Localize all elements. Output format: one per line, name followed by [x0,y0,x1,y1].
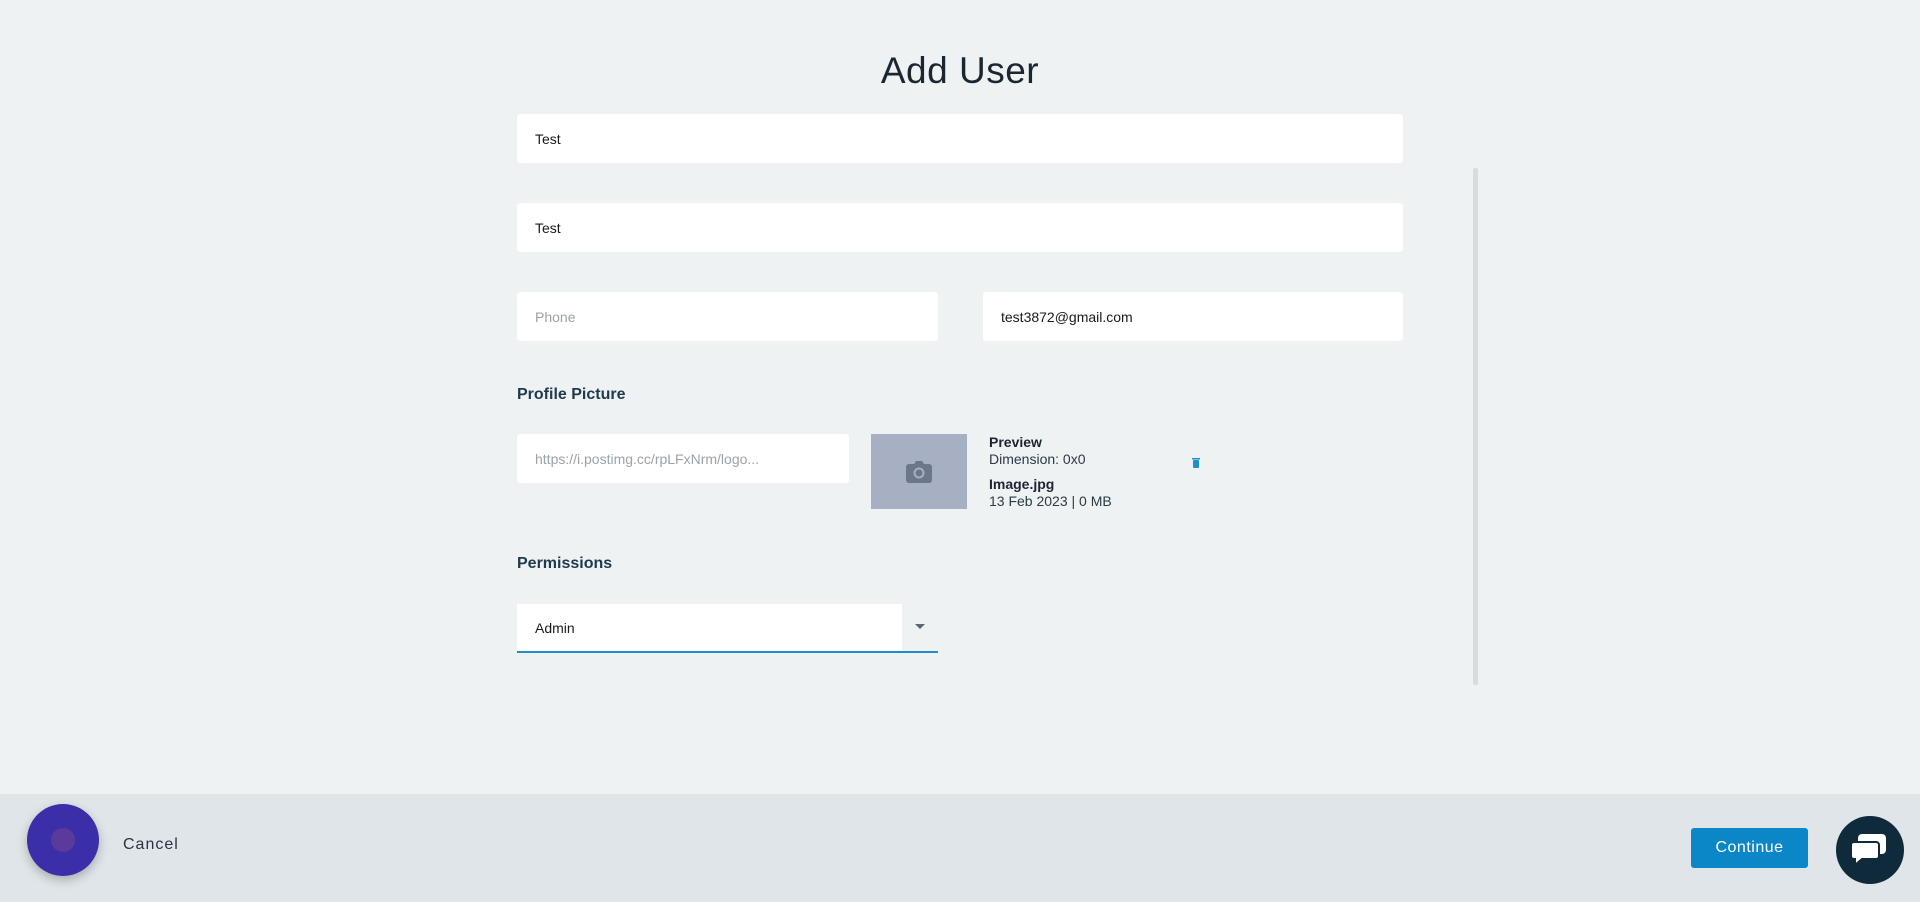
camera-icon [906,460,932,483]
preview-file-meta: 13 Feb 2023 | 0 MB [989,493,1112,509]
add-user-page: Add User Test Test Phone test3872@gmail.… [0,0,1920,902]
permissions-select-box[interactable]: Admin [517,604,902,651]
email-field[interactable]: test3872@gmail.com [983,292,1403,341]
chat-icon [1850,834,1886,868]
page-title: Add User [880,50,1040,91]
preview-filename: Image.jpg [989,476,1055,492]
preview-info: Preview Dimension: 0x0 Image.jpg 13 Feb … [989,434,1112,510]
cancel-button[interactable]: Cancel [123,836,179,854]
profile-picture-label: Profile Picture [517,386,626,403]
first-name-field[interactable]: Test [517,114,1403,163]
continue-button[interactable]: Continue [1691,828,1808,868]
profile-picture-url-field[interactable]: https://i.postimg.cc/rpLFxNrm/logo... [517,434,849,483]
chevron-down-icon[interactable] [915,624,925,629]
image-preview[interactable] [871,434,967,509]
assistant-icon [51,828,75,852]
trash-icon[interactable] [1192,458,1200,468]
preview-dimension: Dimension: 0x0 [989,451,1086,467]
chat-button[interactable] [1836,816,1904,884]
phone-field[interactable]: Phone [517,292,938,341]
phone-placeholder: Phone [535,308,576,325]
first-name-value: Test [535,130,561,147]
assistant-button[interactable] [27,804,99,876]
last-name-value: Test [535,219,561,236]
permissions-selected-value: Admin [535,619,575,636]
permissions-select[interactable]: Admin [517,604,938,653]
scrollbar[interactable] [1473,168,1478,685]
footer-bar [0,794,1920,902]
last-name-field[interactable]: Test [517,203,1403,252]
permissions-label: Permissions [517,555,613,572]
profile-picture-url-value: https://i.postimg.cc/rpLFxNrm/logo... [535,450,760,467]
preview-title: Preview [989,434,1042,450]
email-value: test3872@gmail.com [1001,308,1133,325]
